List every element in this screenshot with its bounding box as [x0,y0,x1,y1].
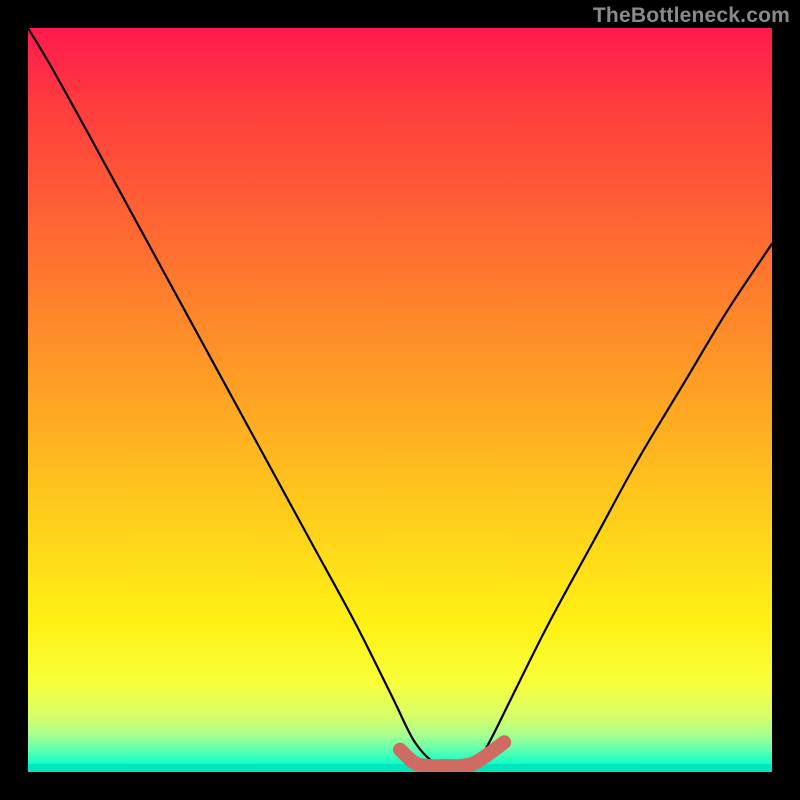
chart-frame: TheBottleneck.com [0,0,800,800]
plot-area [28,28,772,772]
chart-svg [28,28,772,772]
watermark-text: TheBottleneck.com [593,4,790,28]
optimal-range-marker-path [400,742,504,766]
bottleneck-curve-path [28,28,772,768]
